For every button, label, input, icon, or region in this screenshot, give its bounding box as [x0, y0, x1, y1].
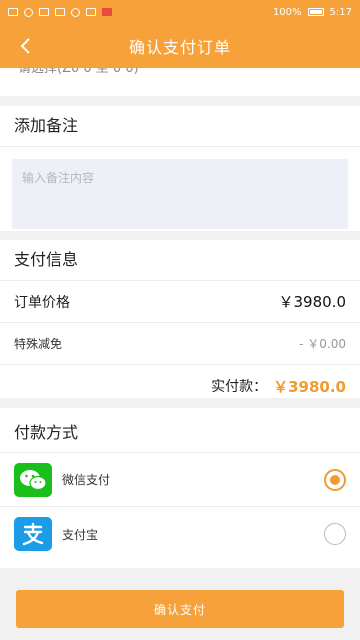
payment-method-section: 付款方式 微信支付 支付宝 — [0, 408, 360, 568]
app-icon — [86, 8, 96, 16]
payment-option-wechat[interactable]: 微信支付 — [0, 453, 360, 507]
order-price-value: ￥3980.0 — [278, 293, 347, 311]
discount-value: - ￥0.00 — [299, 337, 346, 351]
total-label: 实付款： — [211, 379, 268, 395]
page-title: 确认支付订单 — [128, 38, 231, 57]
radio-unselected[interactable] — [324, 523, 346, 545]
app-icon — [71, 7, 80, 17]
chevron-left-icon — [20, 38, 30, 54]
alipay-icon — [14, 517, 52, 551]
battery-percent: 100% — [272, 6, 302, 18]
payment-option-alipay[interactable]: 支付宝 — [0, 507, 360, 561]
remark-title: 添加备注 — [14, 116, 79, 135]
footer: 确认支付 — [0, 572, 360, 640]
total-row: 实付款： ￥3980.0 — [0, 365, 360, 407]
header: 确认支付订单 — [0, 24, 360, 68]
content-scroll[interactable]: 请选择(Z0 0 至 0 0) 添加备注 输入备注内容 支付信息 订单价格 ￥3… — [0, 68, 360, 572]
cutoff-row: 请选择(Z0 0 至 0 0) — [0, 68, 360, 96]
payment-method-title: 付款方式 — [14, 423, 79, 442]
divider — [0, 146, 360, 147]
cutoff-text: 请选择(Z0 0 至 0 0) — [18, 68, 139, 76]
total-value: ￥3980.0 — [273, 377, 346, 396]
usb-icon — [39, 8, 49, 16]
download-icon — [55, 8, 65, 16]
payment-option-label: 支付宝 — [62, 527, 99, 542]
back-button[interactable] — [14, 34, 38, 58]
wifi-icon — [24, 7, 33, 17]
confirm-pay-button[interactable]: 确认支付 — [16, 590, 344, 628]
remark-placeholder: 输入备注内容 — [22, 171, 95, 185]
order-price-row: 订单价格 ￥3980.0 — [0, 281, 360, 323]
status-bar: 100% 5:17 — [0, 0, 360, 24]
payment-info-title: 支付信息 — [14, 250, 79, 269]
remark-input[interactable]: 输入备注内容 — [12, 159, 348, 229]
payment-info-section: 支付信息 订单价格 ￥3980.0 特殊减免 - ￥0.00 实付款： ￥398… — [0, 240, 360, 398]
app-icon — [102, 8, 112, 16]
discount-label: 特殊减免 — [14, 337, 63, 351]
order-price-label: 订单价格 — [14, 294, 70, 311]
payment-option-label: 微信支付 — [62, 473, 111, 487]
signal-icon — [8, 8, 18, 16]
clock: 5:17 — [329, 6, 352, 18]
discount-row: 特殊减免 - ￥0.00 — [0, 323, 360, 365]
wechat-pay-icon — [14, 462, 52, 497]
battery-icon — [307, 8, 324, 16]
remark-section: 添加备注 输入备注内容 — [0, 106, 360, 231]
radio-selected[interactable] — [324, 468, 346, 491]
